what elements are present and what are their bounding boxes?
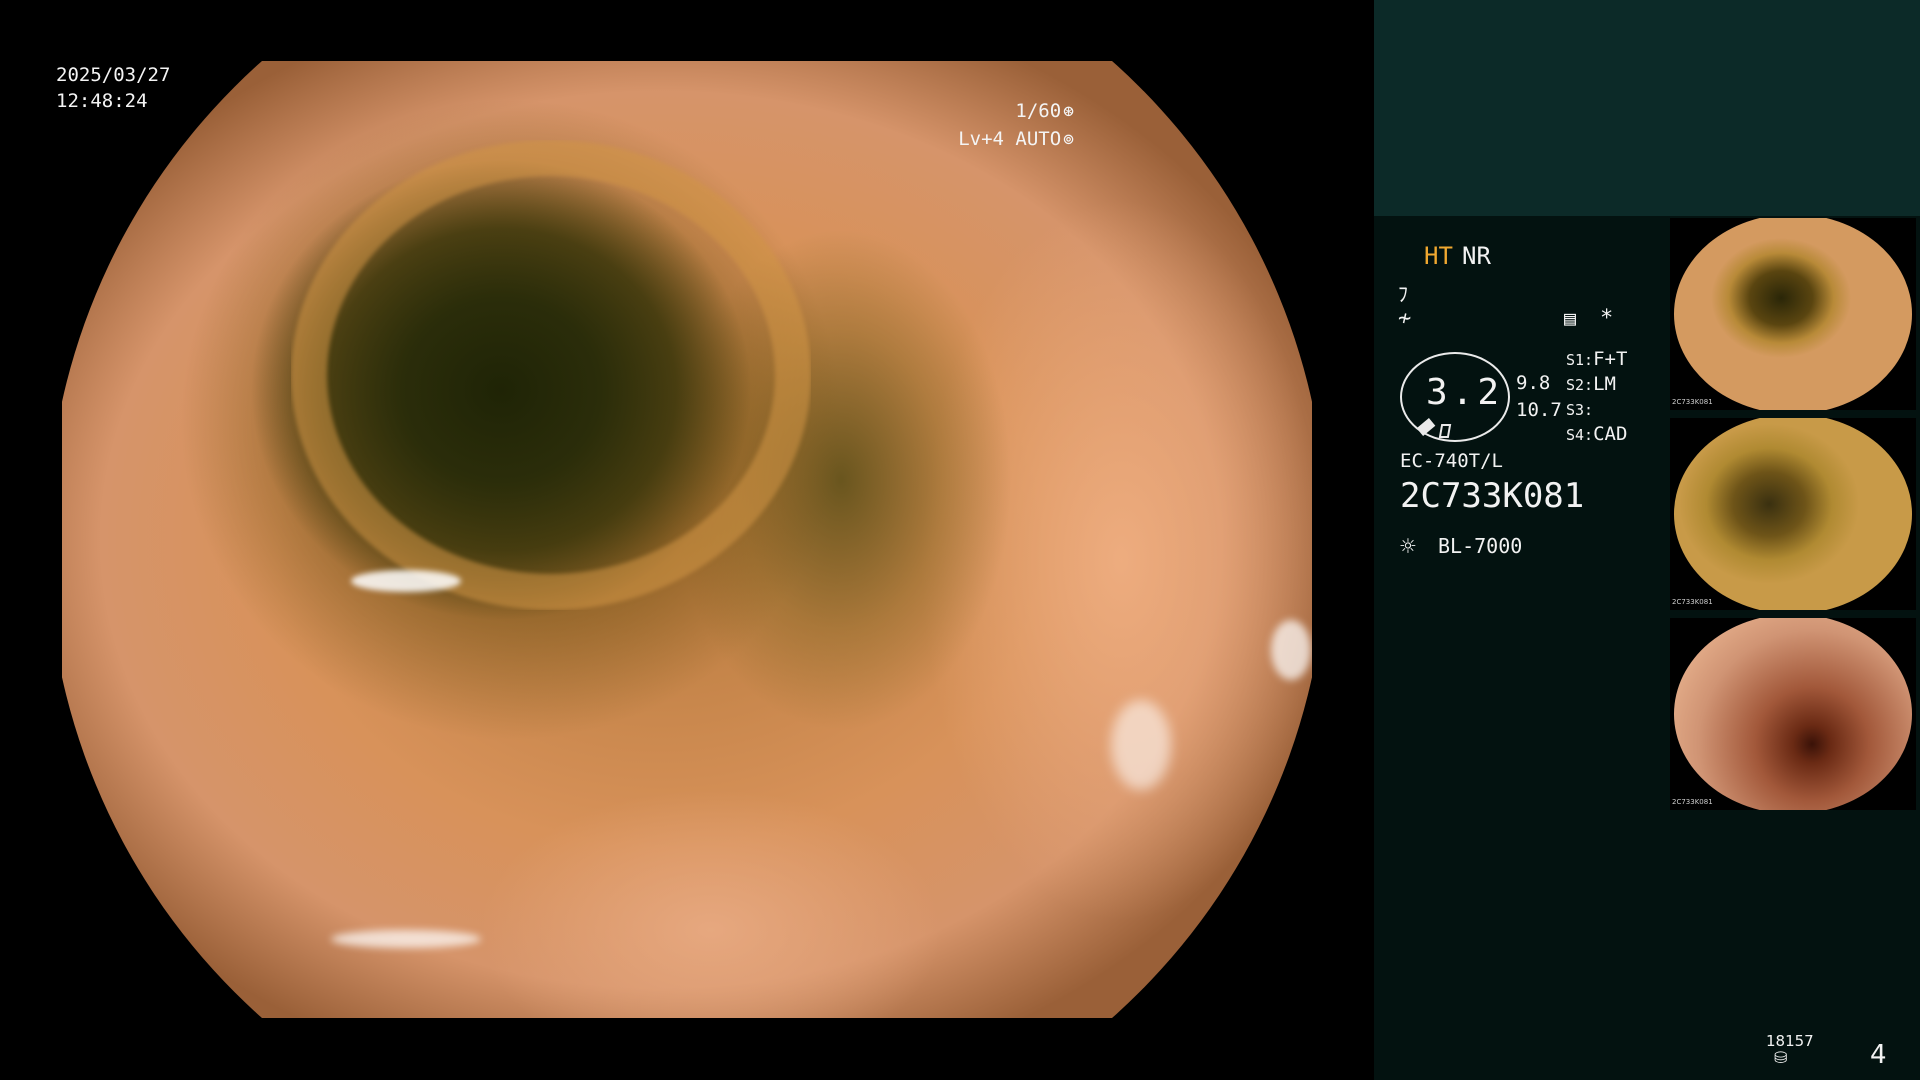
auto-iris-icon: ⊚ xyxy=(1063,129,1074,150)
asterisk-icon: * xyxy=(1600,306,1614,331)
setting-label: S2: xyxy=(1566,376,1594,394)
thumbnail-image xyxy=(1674,418,1912,610)
value-2: 10.7 xyxy=(1516,399,1562,421)
scope-serial: 2C733K081 xyxy=(1400,476,1585,516)
endoscope-main-view xyxy=(62,61,1312,1018)
info-panel-header xyxy=(1374,0,1920,216)
light-reflection xyxy=(331,930,481,948)
light-reflection xyxy=(351,570,461,592)
brightness-level: Lv+4 AUTO ⊚ xyxy=(958,126,1074,153)
captured-thumbnail[interactable]: 2C733K081 xyxy=(1670,418,1916,610)
light-reflection xyxy=(1111,700,1171,790)
exam-time: 12:48:24 xyxy=(56,90,148,112)
thumbnail-id: 2C733K081 xyxy=(1672,798,1713,806)
level-value: Lv+4 AUTO xyxy=(958,128,1062,150)
shutter-speed: 1/60 ⊛ xyxy=(1015,98,1074,125)
color-enhancement-icon: ≁ xyxy=(1398,306,1412,331)
setting-s2: S2:LM xyxy=(1566,373,1616,395)
thumbnail-image xyxy=(1674,618,1912,810)
light-source-label: BL-7000 xyxy=(1438,534,1523,558)
setting-value: F+T xyxy=(1593,348,1628,370)
memo-icon: ▤ xyxy=(1564,306,1577,330)
value-1: 9.8 xyxy=(1516,372,1551,394)
nr-indicator: NR xyxy=(1462,242,1491,270)
setting-s3: S3: xyxy=(1566,398,1593,420)
shutter-icon: ⊛ xyxy=(1063,101,1074,122)
setting-value: LM xyxy=(1593,373,1616,395)
ht-indicator: HT xyxy=(1424,242,1453,270)
structure-enhancement-icon: ﾌ xyxy=(1398,282,1408,306)
setting-s1: S1:F+T xyxy=(1566,348,1627,370)
thumbnail-id: 2C733K081 xyxy=(1672,398,1713,406)
scope-model: EC-740T/L xyxy=(1400,450,1503,472)
exam-date: 2025/03/27 xyxy=(56,64,171,86)
mucosal-fold xyxy=(291,140,811,610)
setting-label: S1: xyxy=(1566,351,1594,369)
thumbnail-image xyxy=(1674,218,1912,410)
captured-thumbnail[interactable]: 2C733K081 xyxy=(1670,618,1916,810)
light-source-icon: ☼ xyxy=(1400,532,1416,562)
captured-thumbnail[interactable]: 2C733K081 xyxy=(1670,218,1916,410)
zoom-dial-value: 3.2 xyxy=(1426,372,1504,413)
setting-value: CAD xyxy=(1593,423,1628,445)
thumbnail-id: 2C733K081 xyxy=(1672,598,1713,606)
database-icon: ⛁ xyxy=(1774,1048,1788,1067)
page-number: 4 xyxy=(1870,1040,1887,1070)
setting-label: S3: xyxy=(1566,401,1594,419)
setting-s4: S4:CAD xyxy=(1566,423,1627,445)
shutter-value: 1/60 xyxy=(1015,100,1062,122)
colon-lumen-image xyxy=(62,61,1312,1018)
setting-label: S4: xyxy=(1566,426,1594,444)
light-reflection xyxy=(1271,620,1311,680)
